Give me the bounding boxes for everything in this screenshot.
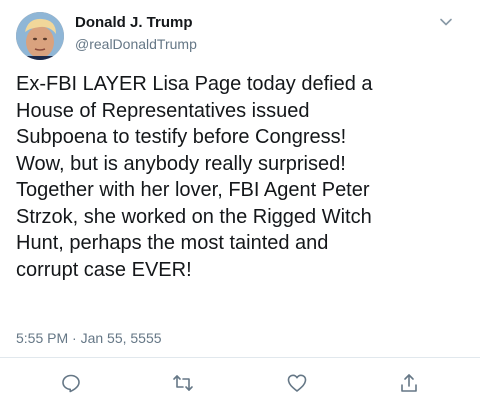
- heart-icon: [287, 374, 307, 392]
- user-handle[interactable]: @realDonaldTrump: [75, 36, 197, 52]
- retweet-icon: [173, 375, 193, 391]
- retweet-button[interactable]: [172, 372, 194, 394]
- like-button[interactable]: [286, 372, 308, 394]
- divider: [0, 357, 480, 358]
- tweet-timestamp[interactable]: 5:55 PM · Jan 55, 5555: [16, 330, 162, 346]
- display-name[interactable]: Donald J. Trump: [75, 14, 193, 31]
- avatar[interactable]: [16, 12, 64, 60]
- reply-icon: [62, 374, 80, 393]
- share-button[interactable]: [398, 372, 420, 394]
- tweet-card: Donald J. Trump @realDonaldTrump Ex-FBI …: [0, 0, 480, 410]
- reply-button[interactable]: [60, 372, 82, 394]
- chevron-down-icon[interactable]: [438, 14, 454, 30]
- share-icon: [401, 374, 417, 392]
- tweet-text: Ex-FBI LAYER Lisa Page today defied a Ho…: [16, 73, 373, 281]
- avatar-photo-icon: [16, 12, 64, 60]
